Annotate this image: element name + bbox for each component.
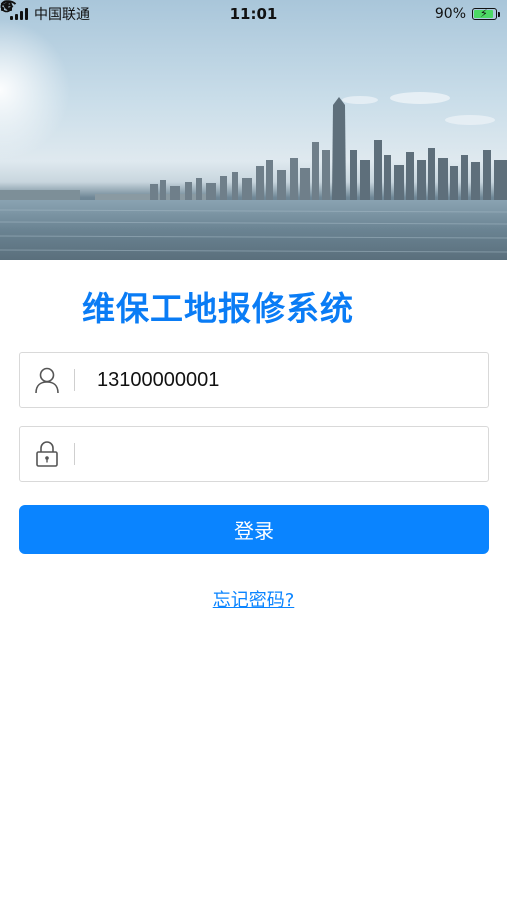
username-field[interactable]: 13100000001 xyxy=(19,352,489,408)
lock-icon xyxy=(20,427,74,481)
city-skyline-image xyxy=(0,20,507,260)
login-button[interactable]: 登录 xyxy=(19,505,489,554)
login-screen: 中国联通 11:01 90% ⚡ 维保工地报修系统 13100000001 登录… xyxy=(0,0,507,900)
carrier-name: 中国联通 xyxy=(34,7,90,23)
battery-percent: 90% xyxy=(434,6,466,22)
battery-charging-icon: ⚡ xyxy=(472,7,500,20)
app-title: 维保工地报修系统 xyxy=(82,289,354,328)
password-input[interactable] xyxy=(75,427,488,481)
password-field[interactable] xyxy=(19,426,489,482)
status-bar: 中国联通 11:01 90% ⚡ xyxy=(0,0,507,28)
forgot-password-link[interactable]: 忘记密码? xyxy=(0,586,507,612)
hero-banner: 中国联通 11:01 90% ⚡ xyxy=(0,0,507,260)
username-value[interactable]: 13100000001 xyxy=(75,369,488,392)
user-icon xyxy=(20,353,74,407)
